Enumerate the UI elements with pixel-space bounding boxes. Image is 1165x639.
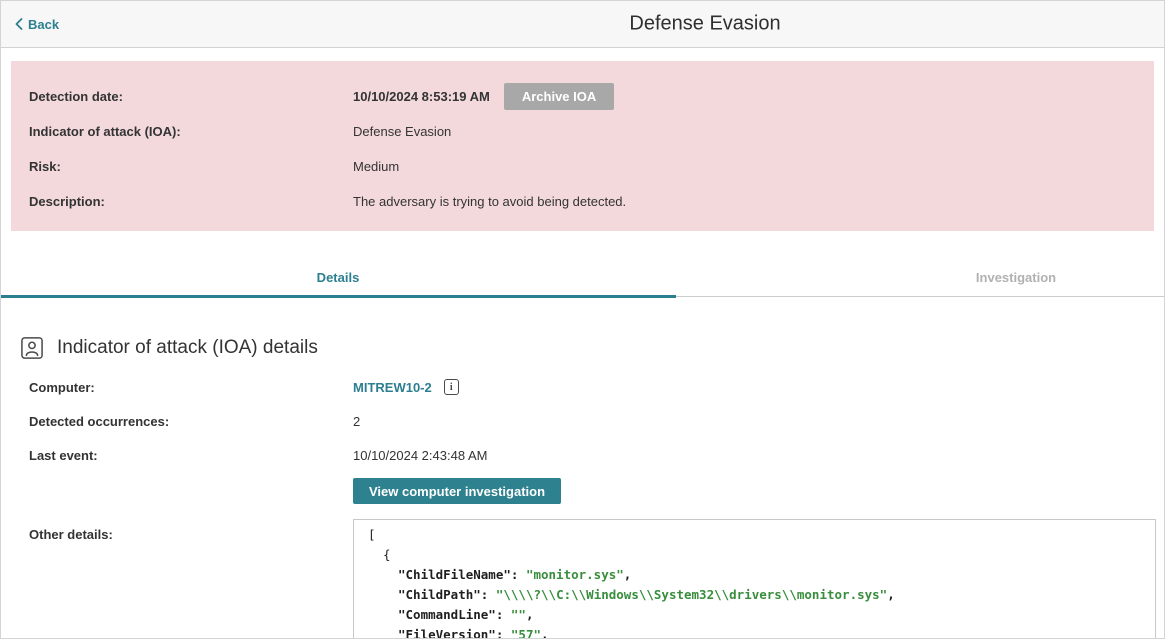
summary-row-ioa: Indicator of attack (IOA): Defense Evasi… [29,114,1136,149]
other-details-json-viewer: [{"ChildFileName": "monitor.sys","ChildP… [353,519,1156,639]
investigation-button-row: View computer investigation [1,478,1164,504]
ioa-label: Indicator of attack (IOA): [29,124,353,139]
ioa-detail-page: Back Defense Evasion Detection date: 10/… [0,0,1165,639]
chevron-left-icon [15,18,23,30]
detection-summary-panel: Detection date: 10/10/2024 8:53:19 AM Ar… [11,61,1154,231]
summary-row-description: Description: The adversary is trying to … [29,184,1136,219]
detail-row-computer: Computer: MITREW10-2 i [1,370,1164,404]
detection-date-value: 10/10/2024 8:53:19 AM [353,89,490,104]
tab-investigation[interactable]: Investigation [976,270,1056,285]
ioa-value: Defense Evasion [353,124,451,139]
summary-row-detection-date: Detection date: 10/10/2024 8:53:19 AM Ar… [29,79,1136,114]
tab-details[interactable]: Details [317,270,360,285]
top-bar: Back Defense Evasion [1,1,1164,48]
info-icon[interactable]: i [444,379,459,395]
back-label: Back [28,17,59,32]
description-label: Description: [29,194,353,209]
computer-link[interactable]: MITREW10-2 [353,380,432,395]
back-button[interactable]: Back [15,17,59,32]
section-title: Indicator of attack (IOA) details [57,337,318,359]
code-line: "ChildPath": "\\\\?\\C:\\Windows\\System… [368,585,1141,605]
computer-label: Computer: [29,380,353,395]
risk-label: Risk: [29,159,353,174]
section-header: Indicator of attack (IOA) details [19,334,1164,362]
page-title: Defense Evasion [629,13,780,36]
occurrences-value: 2 [353,414,360,429]
view-computer-investigation-button[interactable]: View computer investigation [353,478,561,504]
computer-user-icon [19,335,45,361]
code-line: { [368,545,1141,565]
other-details-label: Other details: [29,519,353,542]
description-value: The adversary is trying to avoid being d… [353,194,626,209]
archive-ioa-button[interactable]: Archive IOA [504,83,614,110]
details-tab-content: Indicator of attack (IOA) details Comput… [1,297,1164,639]
occurrences-label: Detected occurrences: [29,414,353,429]
active-tab-underline [1,295,676,298]
detection-date-label: Detection date: [29,89,353,104]
detail-row-last-event: Last event: 10/10/2024 2:43:48 AM [1,438,1164,472]
code-line: "CommandLine": "", [368,605,1141,625]
last-event-label: Last event: [29,448,353,463]
detail-row-other-details: Other details: [{"ChildFileName": "monit… [1,519,1164,639]
summary-row-risk: Risk: Medium [29,149,1136,184]
risk-value: Medium [353,159,399,174]
code-line: "ChildFileName": "monitor.sys", [368,565,1141,585]
last-event-value: 10/10/2024 2:43:48 AM [353,448,487,463]
code-line: [ [368,525,1141,545]
tab-bar: Details Investigation [1,231,1164,297]
detail-row-occurrences: Detected occurrences: 2 [1,404,1164,438]
code-line: "FileVersion": "57", [368,625,1141,639]
